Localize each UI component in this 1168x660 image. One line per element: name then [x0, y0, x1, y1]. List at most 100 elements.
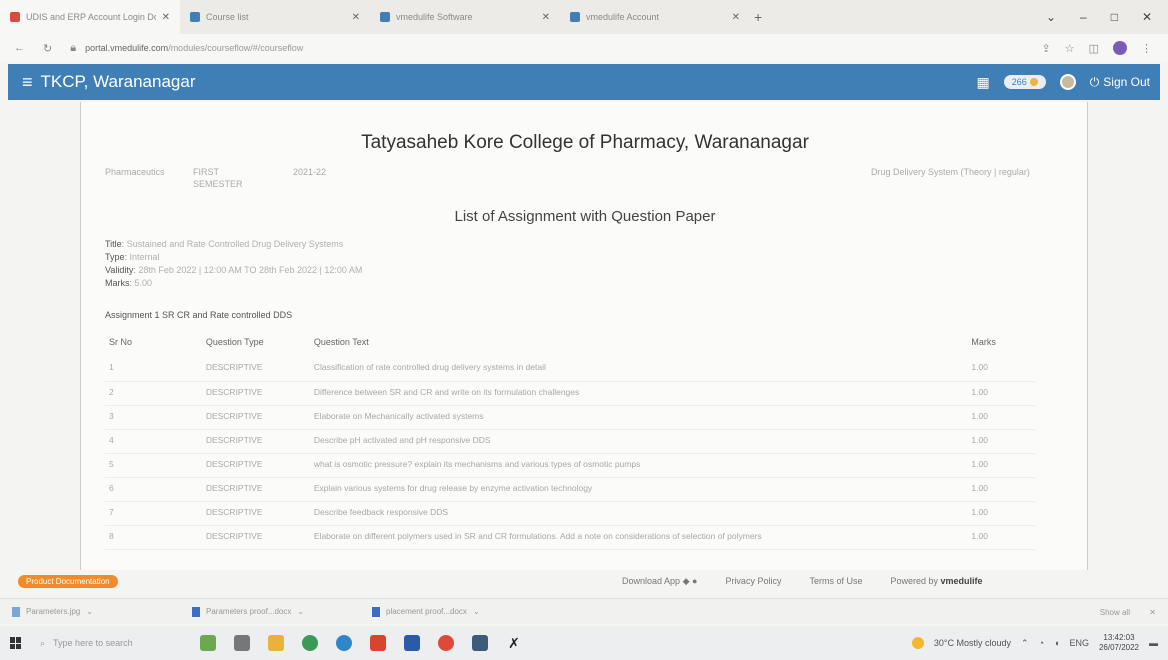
hamburger-menu-icon[interactable]: ≡: [22, 72, 33, 93]
table-row: 1 DESCRIPTIVE Classification of rate contr…: [105, 357, 1035, 382]
question-paper-card: Tatyasaheb Kore College of Pharmacy, War…: [80, 102, 1088, 570]
word-file-icon: [372, 606, 380, 617]
download-app-label: Download App: [622, 575, 681, 586]
download-filename: placement proof...docx: [386, 607, 467, 616]
download-item[interactable]: placement proof...docx ⌄: [372, 606, 552, 617]
taskbar-search[interactable]: ⌕ Type here to search: [40, 638, 180, 649]
reload-icon[interactable]: ↻: [43, 42, 52, 55]
network-icon[interactable]: ◔: [1039, 638, 1044, 648]
close-icon[interactable]: ✕: [352, 12, 360, 23]
chevron-down-icon[interactable]: ⌄: [1046, 10, 1056, 24]
app-header: ≡ TKCP, Warananagar ▦ 266 ⏻ Sign Out: [8, 64, 1160, 100]
clock[interactable]: 13:42:03 26/07/2022: [1099, 633, 1139, 653]
close-icon[interactable]: ✕: [732, 12, 740, 23]
close-icon[interactable]: ✕: [542, 12, 550, 23]
apple-icon[interactable]: ●: [692, 576, 697, 586]
points-badge[interactable]: 266: [1003, 75, 1046, 89]
chevron-up-icon[interactable]: ⌃: [1021, 638, 1029, 649]
marks-cell: 1.00: [967, 453, 1035, 478]
apps-grid-icon[interactable]: ▦: [977, 74, 990, 91]
tab-favicon-icon: [380, 12, 390, 22]
weather-icon[interactable]: [911, 637, 924, 649]
tab-favicon-icon: [10, 12, 20, 22]
download-item[interactable]: Parameters.jpg ⌄: [12, 606, 192, 617]
browser-tab[interactable]: vmedulife Account ✕: [560, 0, 750, 34]
sign-out-button[interactable]: ⏻ Sign Out: [1090, 75, 1150, 90]
url-field[interactable]: 🔒︎ portal.vmedulife.com/modules/coursefl…: [70, 42, 303, 55]
new-tab-button[interactable]: +: [754, 9, 762, 25]
kebab-menu-icon[interactable]: ⋮: [1141, 42, 1152, 55]
tab-title: vmedulife Account: [586, 12, 660, 22]
table-row: 3 DESCRIPTIVE Elaborate on Mechanically ac…: [105, 405, 1035, 430]
download-app-link[interactable]: Download App ◆ ●: [622, 576, 697, 587]
tab-favicon-icon: [190, 12, 200, 22]
star-icon[interactable]: ☆: [1065, 42, 1075, 55]
question-text-cell: Difference between SR and CR and write o…: [309, 381, 968, 406]
weather-news-icon[interactable]: [200, 635, 216, 651]
info-title-value: Sustained and Rate Controlled Drug Deliv…: [126, 239, 344, 249]
browser-toolbar-right: ⇪ ☆ ◫ ⋮: [1042, 34, 1152, 62]
chrome-profile-icon[interactable]: [438, 635, 454, 651]
word-icon[interactable]: [404, 635, 420, 651]
browser-tab[interactable]: Course list ✕: [180, 0, 370, 34]
office-icon[interactable]: [370, 635, 386, 651]
close-window-icon[interactable]: ✕: [1142, 10, 1152, 24]
word-file-icon: [192, 606, 200, 617]
android-icon[interactable]: ◆: [683, 576, 690, 586]
show-all-button[interactable]: Show all: [1100, 599, 1130, 625]
share-icon[interactable]: ⇪: [1042, 42, 1051, 55]
sidepanel-icon[interactable]: ◫: [1089, 42, 1099, 55]
avatar[interactable]: [1059, 74, 1076, 90]
sr-no-cell: 8: [105, 525, 202, 550]
tab-favicon-icon: [570, 12, 580, 22]
close-icon[interactable]: ✕: [162, 12, 170, 23]
question-table: Sr No Question Type Question Text Marks …: [105, 334, 1035, 550]
sr-no-cell: 6: [105, 477, 202, 502]
assignment-info: Title: Sustained and Rate Controlled Dru…: [105, 239, 363, 288]
table-row: 5 DESCRIPTIVE what is osmotic pressure? ex…: [105, 453, 1035, 478]
column-header: Marks: [971, 337, 996, 347]
close-icon[interactable]: ✕: [1149, 599, 1156, 625]
product-documentation-button[interactable]: Product Documentation: [18, 574, 118, 588]
photos-icon[interactable]: [472, 635, 488, 651]
downloads-bar: Parameters.jpg ⌄ Parameters proof...docx…: [0, 598, 1168, 624]
power-icon: ⏻: [1089, 74, 1100, 89]
edge-icon[interactable]: [336, 635, 352, 651]
system-tray: 30°C Mostly cloudy ⌃ ◔ ◖ ENG 13:42:03 26…: [911, 626, 1158, 660]
column-header: Question Type: [205, 337, 264, 347]
weather-text[interactable]: 30°C Mostly cloudy: [934, 638, 1011, 648]
chevron-down-icon[interactable]: ⌄: [473, 607, 480, 616]
question-type-cell: DESCRIPTIVE: [201, 381, 310, 406]
search-placeholder: Type here to search: [53, 638, 133, 648]
chrome-icon[interactable]: [302, 635, 318, 651]
chevron-down-icon[interactable]: ⌄: [297, 607, 304, 616]
browser-tab[interactable]: vmedulife Software ✕: [370, 0, 560, 34]
task-view-icon[interactable]: [234, 635, 250, 651]
marks-cell: 1.00: [967, 429, 1035, 454]
info-marks-value: 5.00: [134, 278, 153, 288]
sr-no-cell: 5: [105, 453, 202, 478]
notification-icon[interactable]: ▬: [1149, 638, 1158, 648]
question-text-cell: Classification of rate controlled drug d…: [309, 357, 968, 382]
lang-indicator[interactable]: ENG: [1069, 638, 1089, 648]
maximize-icon[interactable]: □: [1111, 10, 1118, 24]
browser-tab[interactable]: UDIS and ERP Account Login Do ✕: [0, 0, 180, 34]
profile-avatar[interactable]: [1113, 41, 1127, 55]
pen-icon[interactable]: ✗: [506, 635, 522, 651]
chevron-down-icon[interactable]: ⌄: [86, 607, 93, 616]
download-item[interactable]: Parameters proof...docx ⌄: [192, 606, 372, 617]
sr-no-cell: 7: [105, 501, 202, 526]
table-header-row: Sr No Question Type Question Text Marks: [105, 334, 1035, 357]
minimize-icon[interactable]: –: [1080, 10, 1087, 24]
windows-start-icon[interactable]: [10, 637, 22, 649]
terms-link[interactable]: Terms of Use: [809, 576, 862, 586]
powered-brand[interactable]: vmedulife: [941, 576, 983, 586]
back-icon[interactable]: ←: [14, 42, 25, 54]
download-filename: Parameters proof...docx: [206, 607, 292, 616]
marks-cell: 1.00: [967, 477, 1035, 502]
download-filename: Parameters.jpg: [26, 607, 81, 616]
file-explorer-icon[interactable]: [268, 635, 284, 651]
volume-icon[interactable]: ◖: [1054, 638, 1059, 648]
privacy-policy-link[interactable]: Privacy Policy: [725, 576, 781, 586]
info-validity-value: 28th Feb 2022 | 12:00 AM TO 28th Feb 202…: [138, 265, 363, 275]
